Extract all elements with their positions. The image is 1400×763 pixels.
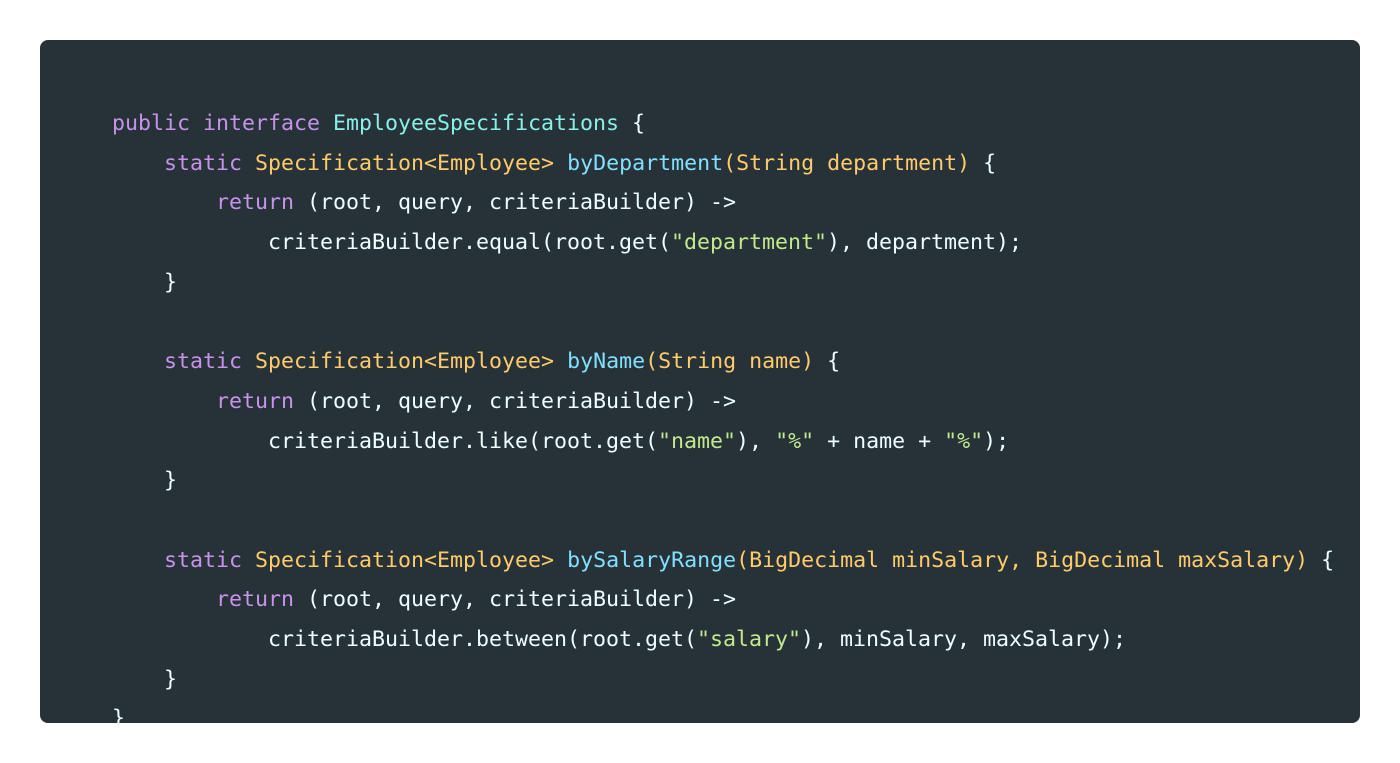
code-token-keyword: static (164, 547, 243, 573)
code-listing: public interface EmployeeSpecifications … (112, 104, 1360, 739)
code-line: public interface EmployeeSpecifications … (112, 104, 1360, 144)
code-token-plain: (root, query, criteriaBuilder) -> (294, 388, 737, 414)
code-token-type: (String department) (723, 150, 971, 176)
code-token-type: (BigDecimal minSalary, BigDecimal maxSal… (736, 547, 1309, 573)
code-token-fname: byDepartment (567, 150, 724, 176)
code-token-iface: EmployeeSpecifications (333, 111, 620, 136)
code-token-plain: { (970, 150, 997, 176)
code-token-plain: } (112, 706, 126, 732)
code-token-plain: (root, query, criteriaBuilder) -> (294, 190, 737, 216)
code-token-fname: bySalaryRange (567, 547, 737, 573)
code-token-plain: } (112, 666, 178, 692)
code-token-keyword: static (164, 349, 243, 375)
code-token-keyword: public interface (112, 111, 321, 136)
code-token-plain: (root, query, criteriaBuilder) -> (294, 587, 737, 613)
code-token-type: Specification<Employee> (255, 547, 555, 573)
code-token-plain: ), minSalary, maxSalary); (801, 626, 1127, 652)
code-block: public interface EmployeeSpecifications … (40, 40, 1360, 731)
code-token-string: "name" (658, 428, 737, 454)
code-line: } (112, 461, 1360, 501)
code-token-plain: { (619, 111, 646, 136)
code-line: } (112, 263, 1360, 303)
code-token-string: "%" (775, 428, 815, 454)
code-token-keyword: static (164, 150, 243, 176)
code-line: criteriaBuilder.equal(root.get("departme… (112, 223, 1360, 263)
code-token-fname: byName (567, 349, 646, 375)
code-token-type: Specification<Employee> (255, 150, 555, 176)
code-token-plain: + name + (814, 428, 945, 454)
code-token-plain: ); (983, 428, 1010, 454)
code-token-plain: ), (736, 428, 776, 454)
code-token-string: "salary" (697, 626, 802, 652)
code-token-string: "department" (671, 230, 828, 256)
code-token-plain: } (112, 468, 178, 494)
code-line: static Specification<Employee> byName(St… (112, 342, 1360, 382)
code-line: return (root, query, criteriaBuilder) -> (112, 183, 1360, 223)
code-token-string: "%" (944, 428, 984, 454)
code-token-type: (String name) (645, 349, 815, 375)
code-token-plain: criteriaBuilder.equal(root.get( (112, 230, 672, 256)
code-token-plain: ), department); (827, 230, 1023, 256)
code-token-plain: criteriaBuilder.between(root.get( (112, 626, 698, 652)
code-line: return (root, query, criteriaBuilder) -> (112, 382, 1360, 422)
code-line: } (112, 699, 1360, 739)
code-line: } (112, 660, 1360, 700)
code-line: static Specification<Employee> bySalaryR… (112, 541, 1360, 581)
code-token-plain: } (112, 269, 178, 295)
code-token-plain: criteriaBuilder.like(root.get( (112, 428, 659, 454)
code-line: criteriaBuilder.between(root.get("salary… (112, 620, 1360, 660)
code-token-keyword: return (216, 587, 295, 613)
code-token-type: Specification<Employee> (255, 349, 555, 375)
code-token-keyword: return (216, 388, 295, 414)
code-token-plain: { (814, 349, 841, 375)
code-line: static Specification<Employee> byDepartm… (112, 144, 1360, 184)
code-token-plain: { (1308, 547, 1335, 573)
code-token-keyword: return (216, 190, 295, 216)
code-line: return (root, query, criteriaBuilder) -> (112, 580, 1360, 620)
code-line: criteriaBuilder.like(root.get("name"), "… (112, 422, 1360, 462)
